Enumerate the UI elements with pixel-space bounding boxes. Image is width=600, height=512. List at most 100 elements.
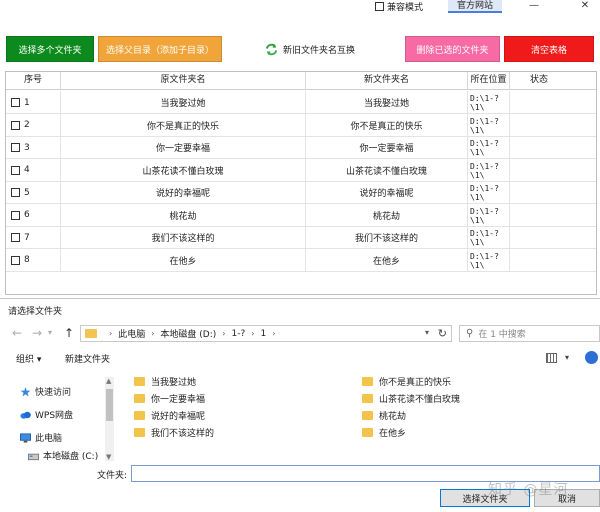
nav-quick-access[interactable]: 快速访问	[20, 385, 71, 398]
folder-table: 序号 原文件夹名 新文件夹名 所在位置 状态 1 当我娶过她 当我娶过她 D:\1-?…	[5, 71, 597, 295]
cell-location: D:\1-? \1\	[468, 158, 510, 182]
clear-table-button[interactable]: 清空表格	[504, 36, 594, 62]
cell-new-name[interactable]: 你不是真正的快乐	[306, 113, 468, 137]
table-row[interactable]: 2 你不是真正的快乐 你不是真正的快乐 D:\1-? \1\	[6, 113, 596, 137]
cell-old-name: 我们不该这样的	[61, 226, 306, 249]
folder-item[interactable]: 在他乡	[362, 426, 406, 439]
header-new-name: 新文件夹名	[306, 72, 468, 90]
close-button[interactable]: ✕	[570, 0, 600, 13]
row-index: 5	[24, 187, 30, 198]
cell-new-name[interactable]: 说好的幸福呢	[306, 181, 468, 204]
row-checkbox[interactable]	[11, 143, 20, 152]
cell-location: D:\1-? \1\	[468, 113, 510, 137]
folder-icon	[362, 428, 373, 437]
cell-new-name[interactable]: 桃花劫	[306, 203, 468, 227]
cell-new-name[interactable]: 山茶花读不懂白玫瑰	[306, 158, 468, 182]
table-row[interactable]: 7 我们不该这样的 我们不该这样的 D:\1-? \1\	[6, 226, 596, 249]
cell-new-name[interactable]: 你一定要幸福	[306, 136, 468, 159]
cell-new-name[interactable]: 当我娶过她	[306, 91, 468, 114]
cell-index: 3	[6, 136, 61, 159]
cell-location: D:\1-? \1\	[468, 91, 510, 114]
cell-old-name: 说好的幸福呢	[61, 181, 306, 204]
organize-menu[interactable]: 组织 ▾	[16, 352, 41, 365]
row-index: 4	[24, 165, 30, 175]
folder-item[interactable]: 你一定要幸福	[134, 392, 205, 405]
nav-scrollbar[interactable]: ▲ ▼	[105, 377, 114, 461]
nav-label: 本地磁盘 (C:)	[43, 452, 99, 462]
nav-this-pc[interactable]: 此电脑	[20, 431, 62, 444]
table-row[interactable]: 8 在他乡 在他乡 D:\1-? \1\	[6, 248, 596, 272]
compat-mode-toggle[interactable]: 兼容模式	[375, 0, 423, 13]
table-row[interactable]: 1 当我娶过她 当我娶过她 D:\1-? \1\	[6, 91, 596, 114]
row-index: 1	[24, 97, 30, 108]
scroll-down-icon[interactable]: ▼	[106, 453, 111, 461]
folder-item[interactable]: 桃花劫	[362, 409, 406, 422]
table-row[interactable]: 6 桃花劫 桃花劫 D:\1-? \1\	[6, 203, 596, 227]
forward-arrow-icon[interactable]: →	[32, 326, 42, 340]
dialog-command-bar: 组织 ▾ 新建文件夹 ▾	[0, 348, 600, 368]
scroll-up-icon[interactable]: ▲	[106, 377, 111, 385]
cell-location: D:\1-? \1\	[468, 181, 510, 204]
path-drive-d[interactable]: 本地磁盘 (D:)	[160, 327, 216, 340]
refresh-icon[interactable]: ↻	[438, 327, 447, 340]
minimize-button[interactable]: —	[519, 0, 549, 13]
cell-status	[510, 91, 596, 114]
path-separator: ›	[272, 329, 276, 338]
folder-icon	[134, 377, 145, 386]
folder-item-label: 桃花劫	[379, 412, 407, 422]
cloud-icon	[20, 411, 31, 419]
new-folder-button[interactable]: 新建文件夹	[65, 352, 110, 365]
table-row[interactable]: 5 说好的幸福呢 说好的幸福呢 D:\1-? \1\	[6, 181, 596, 204]
official-site-link[interactable]: 官方网站	[448, 0, 502, 13]
search-box[interactable]: ⚲ 在 1 中搜索	[459, 325, 600, 342]
compat-label: 兼容模式	[387, 3, 424, 13]
row-checkbox[interactable]	[11, 233, 20, 242]
address-bar[interactable]: › 此电脑 › 本地磁盘 (D:) › 1-? › 1 › ▾ ↻	[80, 325, 452, 342]
cell-old-name: 桃花劫	[61, 203, 306, 227]
folder-icon	[362, 377, 373, 386]
folder-item-label: 说好的幸福呢	[151, 412, 206, 422]
folder-item[interactable]: 我们不该这样的	[134, 426, 214, 439]
folder-item[interactable]: 说好的幸福呢	[134, 409, 205, 422]
path-this-pc[interactable]: 此电脑	[118, 327, 145, 340]
path-separator: ›	[151, 329, 155, 338]
back-arrow-icon[interactable]: ←	[12, 326, 22, 340]
view-dropdown-icon[interactable]: ▾	[565, 353, 569, 362]
cell-index: 8	[6, 248, 61, 272]
select-parent-button[interactable]: 选择父目录（添加子目录）	[98, 36, 222, 62]
table-row[interactable]: 4 山茶花读不懂白玫瑰 山茶花读不懂白玫瑰 D:\1-? \1\	[6, 158, 596, 182]
cell-status	[510, 204, 596, 227]
folder-item[interactable]: 山茶花读不懂白玫瑰	[362, 392, 460, 405]
folder-icon	[362, 411, 373, 420]
row-checkbox[interactable]	[11, 255, 20, 265]
table-row[interactable]: 3 你一定要幸福 你一定要幸福 D:\1-? \1\	[6, 136, 596, 159]
delete-selected-button[interactable]: 删除已选的文件夹	[405, 36, 500, 62]
view-mode-icon[interactable]	[546, 353, 557, 363]
address-dropdown-icon[interactable]: ▾	[425, 328, 429, 337]
cell-index: 2	[6, 113, 61, 137]
nav-drive-c[interactable]: 本地磁盘 (C:)	[28, 449, 98, 462]
folder-item[interactable]: 当我娶过她	[134, 375, 196, 388]
compat-checkbox[interactable]	[375, 2, 384, 11]
navigation-pane: 快速访问 WPS网盘 此电脑 本地磁盘 (C:)	[0, 371, 110, 463]
nav-wps-drive[interactable]: WPS网盘	[20, 408, 73, 421]
path-separator: ›	[109, 329, 113, 338]
scrollbar-thumb[interactable]	[106, 389, 113, 421]
select-folders-button[interactable]: 选择多个文件夹	[6, 36, 94, 62]
cell-new-name[interactable]: 在他乡	[306, 248, 468, 272]
path-folder-1[interactable]: 1	[260, 329, 266, 339]
row-checkbox[interactable]	[11, 165, 20, 175]
path-folder-1dash[interactable]: 1-?	[231, 329, 245, 339]
cell-new-name[interactable]: 我们不该这样的	[306, 226, 468, 249]
row-checkbox[interactable]	[11, 188, 20, 197]
cell-location: D:\1-? \1\	[468, 226, 510, 249]
row-checkbox[interactable]	[11, 210, 20, 220]
swap-names-button[interactable]: 新旧文件夹名互换	[265, 41, 355, 57]
up-arrow-icon[interactable]: ↑	[64, 326, 74, 340]
folder-item[interactable]: 你不是真正的快乐	[362, 375, 451, 388]
cell-index: 1	[6, 91, 61, 114]
row-checkbox[interactable]	[11, 120, 20, 130]
row-checkbox[interactable]	[11, 98, 20, 107]
history-chevron-icon[interactable]: ▾	[48, 328, 52, 337]
help-icon[interactable]	[585, 351, 598, 364]
